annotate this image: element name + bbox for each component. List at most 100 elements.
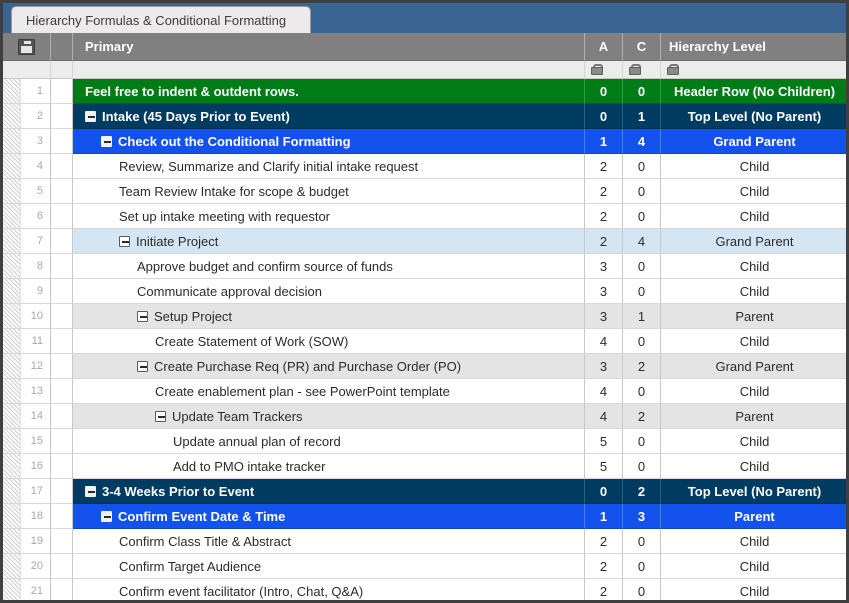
collapse-toggle-icon[interactable] (119, 235, 130, 247)
column-a-cell[interactable]: 0 (585, 79, 623, 104)
collapse-toggle-icon[interactable] (137, 310, 148, 322)
collapse-toggle-icon[interactable] (101, 510, 112, 522)
primary-cell[interactable]: Approve budget and confirm source of fun… (73, 254, 585, 279)
table-row[interactable]: 12 Create Purchase Req (PR) and Purchase … (3, 354, 846, 379)
column-c-cell[interactable]: 0 (623, 379, 661, 404)
column-c-cell[interactable]: 0 (623, 454, 661, 479)
hierarchy-level-cell[interactable]: Grand Parent (661, 129, 846, 154)
hierarchy-level-cell[interactable]: Child (661, 329, 846, 354)
column-a-cell[interactable]: 2 (585, 529, 623, 554)
column-c-cell[interactable]: 0 (623, 279, 661, 304)
row-number-cell[interactable]: 9 (3, 279, 51, 304)
table-row[interactable]: 4 Review, Summarize and Clarify initial i… (3, 154, 846, 179)
row-number-cell[interactable]: 8 (3, 254, 51, 279)
table-row[interactable]: 21 Confirm event facilitator (Intro, Chat… (3, 579, 846, 600)
column-a-cell[interactable]: 0 (585, 479, 623, 504)
row-number-cell[interactable]: 6 (3, 204, 51, 229)
column-c-cell[interactable]: 2 (623, 354, 661, 379)
column-c-cell[interactable]: 0 (623, 579, 661, 600)
row-number-cell[interactable]: 16 (3, 454, 51, 479)
hierarchy-level-cell[interactable]: Grand Parent (661, 354, 846, 379)
column-c-cell[interactable]: 4 (623, 129, 661, 154)
hierarchy-level-cell[interactable]: Child (661, 429, 846, 454)
primary-cell[interactable]: Confirm Target Audience (73, 554, 585, 579)
table-row[interactable]: 19 Confirm Class Title & Abstract 2 0 Child (3, 529, 846, 554)
primary-cell[interactable]: Initiate Project (73, 229, 585, 254)
attachment-cell[interactable] (51, 254, 73, 279)
column-c-cell[interactable]: 0 (623, 79, 661, 104)
table-row[interactable]: 6 Set up intake meeting with requestor 2 0 C… (3, 204, 846, 229)
collapse-toggle-icon[interactable] (101, 135, 112, 147)
attachment-cell[interactable] (51, 379, 73, 404)
column-a-cell[interactable]: 2 (585, 579, 623, 600)
row-number-cell[interactable]: 14 (3, 404, 51, 429)
table-row[interactable]: 15 Update annual plan of record 5 0 Child (3, 429, 846, 454)
hierarchy-level-cell[interactable]: Child (661, 279, 846, 304)
column-header-attachment[interactable] (51, 33, 73, 61)
attachment-cell[interactable] (51, 79, 73, 104)
table-row[interactable]: 8 Approve budget and confirm source of fu… (3, 254, 846, 279)
column-a-cell[interactable]: 4 (585, 404, 623, 429)
column-header-hierarchy-level[interactable]: Hierarchy Level (661, 33, 846, 61)
row-number-cell[interactable]: 3 (3, 129, 51, 154)
attachment-cell[interactable] (51, 554, 73, 579)
column-c-cell[interactable]: 0 (623, 154, 661, 179)
column-c-cell[interactable]: 0 (623, 529, 661, 554)
table-row[interactable]: 18 Confirm Event Date & Time 1 3 Parent (3, 504, 846, 529)
attachment-cell[interactable] (51, 404, 73, 429)
column-a-cell[interactable]: 3 (585, 304, 623, 329)
primary-cell[interactable]: Team Review Intake for scope & budget (73, 179, 585, 204)
column-a-cell[interactable]: 2 (585, 229, 623, 254)
primary-cell[interactable]: Confirm Class Title & Abstract (73, 529, 585, 554)
lock-cell-c[interactable] (623, 61, 661, 79)
column-c-cell[interactable]: 1 (623, 104, 661, 129)
column-a-cell[interactable]: 2 (585, 554, 623, 579)
column-c-cell[interactable]: 2 (623, 479, 661, 504)
row-number-cell[interactable]: 19 (3, 529, 51, 554)
hierarchy-level-cell[interactable]: Child (661, 179, 846, 204)
attachment-cell[interactable] (51, 154, 73, 179)
attachment-cell[interactable] (51, 354, 73, 379)
column-c-cell[interactable]: 0 (623, 329, 661, 354)
column-a-cell[interactable]: 4 (585, 329, 623, 354)
attachment-cell[interactable] (51, 204, 73, 229)
column-c-cell[interactable]: 0 (623, 429, 661, 454)
hierarchy-level-cell[interactable]: Child (661, 529, 846, 554)
hierarchy-level-cell[interactable]: Child (661, 204, 846, 229)
column-a-cell[interactable]: 1 (585, 129, 623, 154)
attachment-cell[interactable] (51, 504, 73, 529)
column-c-cell[interactable]: 1 (623, 304, 661, 329)
hierarchy-level-cell[interactable]: Child (661, 454, 846, 479)
attachment-cell[interactable] (51, 229, 73, 254)
column-c-cell[interactable]: 0 (623, 254, 661, 279)
primary-cell[interactable]: Setup Project (73, 304, 585, 329)
row-number-cell[interactable]: 7 (3, 229, 51, 254)
row-number-cell[interactable]: 11 (3, 329, 51, 354)
hierarchy-level-cell[interactable]: Child (661, 154, 846, 179)
row-number-cell[interactable]: 10 (3, 304, 51, 329)
attachment-cell[interactable] (51, 304, 73, 329)
hierarchy-level-cell[interactable]: Parent (661, 304, 846, 329)
table-row[interactable]: 3 Check out the Conditional Formatting 1 4 G… (3, 129, 846, 154)
column-a-cell[interactable]: 4 (585, 379, 623, 404)
attachment-cell[interactable] (51, 129, 73, 154)
column-c-cell[interactable]: 0 (623, 179, 661, 204)
hierarchy-level-cell[interactable]: Parent (661, 404, 846, 429)
hierarchy-level-cell[interactable]: Grand Parent (661, 229, 846, 254)
table-row[interactable]: 14 Update Team Trackers 4 2 Parent (3, 404, 846, 429)
column-header-c[interactable]: C (623, 33, 661, 61)
hierarchy-level-cell[interactable]: Parent (661, 504, 846, 529)
collapse-toggle-icon[interactable] (85, 485, 96, 497)
row-number-cell[interactable]: 20 (3, 554, 51, 579)
hierarchy-level-cell[interactable]: Child (661, 379, 846, 404)
table-row[interactable]: 10 Setup Project 3 1 Parent (3, 304, 846, 329)
attachment-cell[interactable] (51, 454, 73, 479)
primary-cell[interactable]: Create Purchase Req (PR) and Purchase Or… (73, 354, 585, 379)
row-number-cell[interactable]: 5 (3, 179, 51, 204)
table-row[interactable]: 13 Create enablement plan - see PowerPoin… (3, 379, 846, 404)
column-a-cell[interactable]: 1 (585, 504, 623, 529)
column-a-cell[interactable]: 5 (585, 429, 623, 454)
primary-cell[interactable]: Update annual plan of record (73, 429, 585, 454)
column-a-cell[interactable]: 3 (585, 279, 623, 304)
table-row[interactable]: 1 Feel free to indent & outdent rows. 0 0 He… (3, 79, 846, 104)
